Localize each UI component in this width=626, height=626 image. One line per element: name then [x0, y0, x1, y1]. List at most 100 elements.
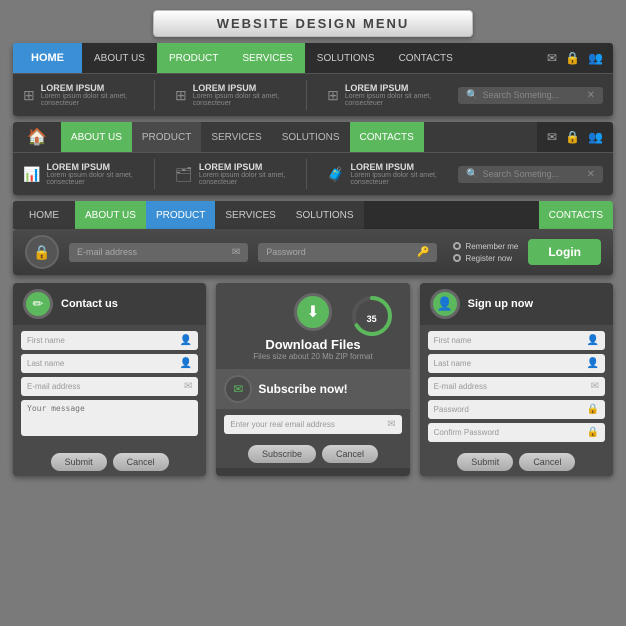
search-icon-2: 🔍 — [466, 169, 478, 180]
signup-header: 👤 Sign up now — [420, 283, 613, 325]
nav-item-solutions-1[interactable]: SOLUTIONS — [305, 43, 387, 73]
menu-title-6: LOREM IPSUM — [351, 162, 439, 172]
download-icon: ⬇ — [294, 293, 332, 331]
contact-submit-button[interactable]: Submit — [51, 453, 107, 471]
subscribe-email-field: ✉ — [224, 415, 401, 434]
remember-me[interactable]: Remember me — [453, 242, 518, 251]
password-field: 🔑 — [258, 243, 437, 262]
first-name-field: 👤 — [21, 331, 198, 350]
search-input-1[interactable] — [483, 90, 583, 100]
user-icon-signup: 👤 — [430, 289, 460, 319]
subscribe-button[interactable]: Subscribe — [248, 445, 316, 463]
register-now[interactable]: Register now — [453, 254, 518, 263]
download-header: ⬇ Download Files Files size about 20 Mb … — [216, 283, 409, 369]
nav-home-3[interactable]: HOME — [13, 201, 75, 229]
navbar-1-bottom: ⊞ LOREM IPSUM Lorem ipsum dolor sit amet… — [13, 73, 613, 116]
download-cancel-button[interactable]: Cancel — [322, 445, 378, 463]
nav-item-product-2[interactable]: PRODUCT — [132, 122, 201, 152]
mail-icon-2[interactable]: ✉ — [547, 130, 557, 144]
nav-solutions-3[interactable]: SOLUTIONS — [286, 201, 364, 229]
radio-register[interactable] — [453, 254, 461, 262]
nav-product-3[interactable]: PRODUCT — [146, 201, 215, 229]
navbar-3-top: HOME ABOUT US PRODUCT SERVICES SOLUTIONS… — [13, 201, 613, 229]
clear-icon-1[interactable]: ✕ — [587, 90, 595, 101]
nav-home-1[interactable]: HOME — [13, 43, 82, 73]
grid-icon-1: ⊞ — [23, 87, 35, 104]
nav-services-3[interactable]: SERVICES — [215, 201, 285, 229]
mail-icon-1[interactable]: ✉ — [547, 51, 557, 65]
nav-item-aboutus-2[interactable]: ABOUT US — [61, 122, 132, 152]
clear-icon-2[interactable]: ✕ — [587, 169, 595, 180]
edit-icon: ✏ — [23, 289, 53, 319]
search-input-2[interactable] — [483, 169, 583, 179]
mail-icon-login: ✉ — [232, 247, 240, 258]
subscribe-body: ✉ — [216, 409, 409, 440]
lock-icon-2[interactable]: 🔒 — [565, 130, 580, 144]
menu-sub-2: Lorem ipsum dolor sit amet, consecteuer — [193, 93, 286, 107]
nav-home-icon-2[interactable]: 🏠 — [13, 122, 61, 152]
first-name-input[interactable] — [27, 336, 176, 345]
menu-title-4: LOREM IPSUM — [46, 162, 134, 172]
signup-lastname-field: 👤 — [428, 354, 605, 373]
signup-email-input[interactable] — [434, 382, 587, 391]
subscribe-footer: Subscribe Cancel — [216, 440, 409, 468]
signup-confirm-field: 🔒 — [428, 423, 605, 442]
register-label: Register now — [465, 254, 512, 263]
users-icon-1[interactable]: 👥 — [588, 51, 603, 65]
subscribe-email-input[interactable] — [230, 420, 383, 429]
users-icon-2[interactable]: 👥 — [588, 130, 603, 144]
nav-right-2: ✉ 🔒 👥 — [537, 122, 613, 152]
nav-item-contacts-2[interactable]: CONTACTS — [350, 122, 424, 152]
signup-submit-button[interactable]: Submit — [457, 453, 513, 471]
menu-sub-1: Lorem ipsum dolor sit amet, consecteuer — [41, 93, 134, 107]
contact-footer: Submit Cancel — [13, 448, 206, 476]
subscribe-title: Subscribe now! — [258, 382, 347, 396]
nav-item-aboutus-1[interactable]: ABOUT US — [82, 43, 157, 73]
signup-footer: Submit Cancel — [420, 448, 613, 476]
menu-text-6: LOREM IPSUM Lorem ipsum dolor sit amet, … — [351, 162, 439, 186]
message-input[interactable] — [27, 404, 192, 422]
contact-title: Contact us — [61, 298, 118, 310]
login-button[interactable]: Login — [528, 239, 601, 265]
menu-block-4: 📊 LOREM IPSUM Lorem ipsum dolor sit amet… — [23, 162, 134, 186]
contact-cancel-button[interactable]: Cancel — [113, 453, 169, 471]
menu-text-1: LOREM IPSUM Lorem ipsum dolor sit amet, … — [41, 83, 134, 107]
lock-icon-1[interactable]: 🔒 — [565, 51, 580, 65]
mail-icon-sub: ✉ — [233, 382, 243, 396]
signup-firstname-field: 👤 — [428, 331, 605, 350]
progress-ring: 35 — [349, 293, 395, 344]
nav-item-solutions-2[interactable]: SOLUTIONS — [272, 122, 350, 152]
nav-aboutus-3[interactable]: ABOUT US — [75, 201, 146, 229]
signup-confirm-input[interactable] — [434, 428, 583, 437]
signup-cancel-button[interactable]: Cancel — [519, 453, 575, 471]
subscribe-section: ✉ Subscribe now! — [216, 369, 409, 409]
navbar-2: 🏠 ABOUT US PRODUCT SERVICES SOLUTIONS CO… — [13, 122, 613, 195]
separator-4 — [306, 159, 307, 189]
signup-password-input[interactable] — [434, 405, 583, 414]
nav-contacts-3[interactable]: CONTACTS — [539, 201, 613, 229]
bag-icon-1: 🧳 — [327, 166, 344, 183]
nav-item-product-1[interactable]: PRODUCT — [157, 43, 230, 73]
menu-text-3: LOREM IPSUM Lorem ipsum dolor sit amet, … — [345, 83, 438, 107]
radio-remember[interactable] — [453, 242, 461, 250]
login-password-input[interactable] — [266, 247, 413, 257]
lock-icon-pass: 🔑 — [417, 247, 429, 258]
menu-sub-5: Lorem ipsum dolor sit amet, consecteuer — [199, 172, 286, 186]
email-contact-input[interactable] — [27, 382, 180, 391]
signup-firstname-input[interactable] — [434, 336, 583, 345]
signup-lastname-input[interactable] — [434, 359, 583, 368]
nav-item-contacts-1[interactable]: CONTACTS — [387, 43, 465, 73]
last-name-input[interactable] — [27, 359, 176, 368]
lock-icon-3: 🔒 — [33, 244, 50, 261]
nav-item-services-1[interactable]: SERVICES — [230, 43, 304, 73]
nav-item-services-2[interactable]: SERVICES — [201, 122, 271, 152]
login-email-input[interactable] — [77, 247, 228, 257]
login-bar: 🔒 ✉ 🔑 Remember me Register now Login — [13, 229, 613, 275]
signup-password-field: 🔒 — [428, 400, 605, 419]
download-sub: Files size about 20 Mb ZIP format — [253, 352, 372, 361]
person-icon-1: 👤 — [180, 335, 192, 346]
menu-block-5: 🗂 LOREM IPSUM Lorem ipsum dolor sit amet… — [175, 162, 286, 186]
signup-body: 👤 👤 ✉ 🔒 🔒 — [420, 325, 613, 448]
lock-icon-signup: 🔒 — [587, 404, 599, 415]
separator-2 — [306, 80, 307, 110]
